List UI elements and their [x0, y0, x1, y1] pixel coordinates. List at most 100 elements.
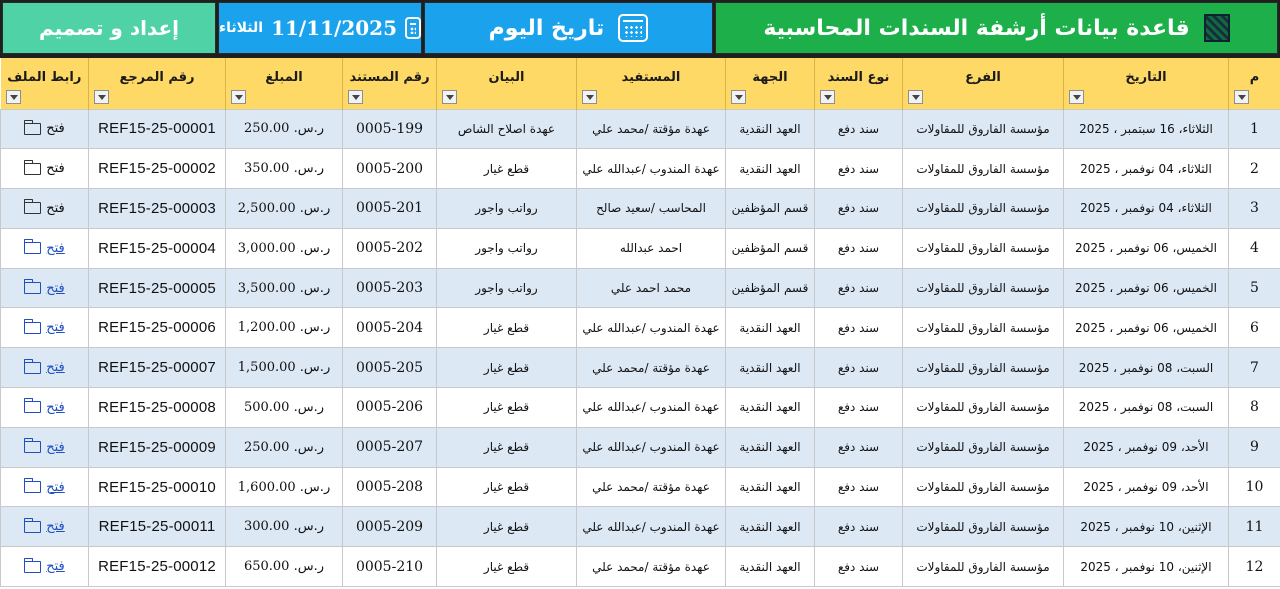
date-cell[interactable]: الثلاثاء، 16 سبتمبر ، 2025: [1063, 108, 1229, 150]
amount-cell[interactable]: ر.س. 1,200.00: [225, 307, 343, 349]
document-number-cell[interactable]: 0005-205: [342, 347, 437, 389]
column-header[interactable]: الفرع: [902, 58, 1064, 109]
table-row[interactable]: 4 الخميس، 06 نوفمبر ، 2025 مؤسسة الفاروق ل…: [0, 227, 1280, 269]
column-header[interactable]: رقم المرجع: [88, 58, 226, 109]
side-cell[interactable]: قسم المؤظفين: [725, 188, 815, 229]
open-file-link[interactable]: فتح: [24, 279, 65, 296]
reference-number-cell[interactable]: REF15-25-00008: [88, 387, 226, 428]
voucher-type-cell[interactable]: سند دفع: [814, 227, 903, 269]
date-cell[interactable]: الثلاثاء، 04 نوفمبر ، 2025: [1063, 148, 1229, 190]
reference-number-cell[interactable]: REF15-25-00006: [88, 307, 226, 349]
side-cell[interactable]: العهد النقدية: [725, 387, 815, 428]
filter-dropdown-icon[interactable]: [582, 89, 597, 104]
statement-cell[interactable]: رواتب واجور: [436, 267, 577, 309]
table-row[interactable]: 8 السبت، 08 نوفمبر ، 2025 مؤسسة الفاروق لل…: [0, 387, 1280, 428]
document-number-cell[interactable]: 0005-200: [342, 148, 437, 190]
voucher-type-cell[interactable]: سند دفع: [814, 188, 903, 229]
row-number-cell[interactable]: 7: [1228, 347, 1280, 389]
amount-cell[interactable]: ر.س. 250.00: [225, 108, 343, 150]
column-header[interactable]: رقم المستند: [342, 58, 437, 109]
branch-cell[interactable]: مؤسسة الفاروق للمقاولات: [902, 148, 1064, 190]
row-number-cell[interactable]: 3: [1228, 188, 1280, 229]
statement-cell[interactable]: قطع غيار: [436, 426, 577, 468]
date-cell[interactable]: الخميس، 06 نوفمبر ، 2025: [1063, 227, 1229, 269]
filter-dropdown-icon[interactable]: [94, 89, 109, 104]
table-row[interactable]: 3 الثلاثاء، 04 نوفمبر ، 2025 مؤسسة الفاروق…: [0, 188, 1280, 229]
date-cell[interactable]: الخميس، 06 نوفمبر ، 2025: [1063, 267, 1229, 309]
voucher-type-cell[interactable]: سند دفع: [814, 148, 903, 190]
column-header[interactable]: رابط الملف: [0, 58, 89, 109]
open-file-link[interactable]: فتح: [24, 438, 65, 455]
row-number-cell[interactable]: 4: [1228, 227, 1280, 269]
document-number-cell[interactable]: 0005-203: [342, 267, 437, 309]
side-cell[interactable]: العهد النقدية: [725, 506, 815, 548]
amount-cell[interactable]: ر.س. 3,000.00: [225, 227, 343, 269]
amount-cell[interactable]: ر.س. 500.00: [225, 387, 343, 428]
branch-cell[interactable]: مؤسسة الفاروق للمقاولات: [902, 426, 1064, 468]
document-number-cell[interactable]: 0005-201: [342, 188, 437, 229]
statement-cell[interactable]: قطع غيار: [436, 466, 577, 508]
filter-dropdown-icon[interactable]: [731, 89, 746, 104]
statement-cell[interactable]: عهدة اصلاح الشاص: [436, 108, 577, 150]
date-cell[interactable]: الإثنين، 10 نوفمبر ، 2025: [1063, 546, 1229, 588]
filter-dropdown-icon[interactable]: [1234, 89, 1249, 104]
column-header[interactable]: التاريخ: [1063, 58, 1229, 109]
reference-number-cell[interactable]: REF15-25-00009: [88, 426, 226, 468]
side-cell[interactable]: قسم المؤظفين: [725, 267, 815, 309]
beneficiary-cell[interactable]: عهدة مؤقتة /محمد علي: [576, 466, 726, 508]
row-number-cell[interactable]: 12: [1228, 546, 1280, 588]
column-header[interactable]: البيان: [436, 58, 577, 109]
branch-cell[interactable]: مؤسسة الفاروق للمقاولات: [902, 267, 1064, 309]
document-number-cell[interactable]: 0005-207: [342, 426, 437, 468]
filter-dropdown-icon[interactable]: [348, 89, 363, 104]
side-cell[interactable]: العهد النقدية: [725, 108, 815, 150]
date-cell[interactable]: السبت، 08 نوفمبر ، 2025: [1063, 387, 1229, 428]
side-cell[interactable]: العهد النقدية: [725, 307, 815, 349]
statement-cell[interactable]: قطع غيار: [436, 347, 577, 389]
amount-cell[interactable]: ر.س. 1,600.00: [225, 466, 343, 508]
table-row[interactable]: 6 الخميس، 06 نوفمبر ، 2025 مؤسسة الفاروق ل…: [0, 307, 1280, 349]
open-file-link[interactable]: فتح: [24, 318, 65, 335]
voucher-type-cell[interactable]: سند دفع: [814, 546, 903, 588]
branch-cell[interactable]: مؤسسة الفاروق للمقاولات: [902, 466, 1064, 508]
open-file-link[interactable]: فتح: [24, 517, 65, 534]
beneficiary-cell[interactable]: عهدة المندوب /عبدالله علي: [576, 506, 726, 548]
statement-cell[interactable]: قطع غيار: [436, 148, 577, 190]
beneficiary-cell[interactable]: محمد احمد علي: [576, 267, 726, 309]
row-number-cell[interactable]: 6: [1228, 307, 1280, 349]
reference-number-cell[interactable]: REF15-25-00011: [88, 506, 226, 548]
voucher-type-cell[interactable]: سند دفع: [814, 466, 903, 508]
voucher-type-cell[interactable]: سند دفع: [814, 347, 903, 389]
reference-number-cell[interactable]: REF15-25-00003: [88, 188, 226, 229]
open-file-link[interactable]: فتح: [24, 557, 65, 574]
amount-cell[interactable]: ر.س. 2,500.00: [225, 188, 343, 229]
reference-number-cell[interactable]: REF15-25-00001: [88, 108, 226, 150]
beneficiary-cell[interactable]: عهدة المندوب /عبدالله علي: [576, 148, 726, 190]
branch-cell[interactable]: مؤسسة الفاروق للمقاولات: [902, 108, 1064, 150]
branch-cell[interactable]: مؤسسة الفاروق للمقاولات: [902, 387, 1064, 428]
date-cell[interactable]: الإثنين، 10 نوفمبر ، 2025: [1063, 506, 1229, 548]
statement-cell[interactable]: رواتب واجور: [436, 227, 577, 269]
open-file-link[interactable]: فتح: [24, 119, 65, 136]
row-number-cell[interactable]: 2: [1228, 148, 1280, 190]
voucher-type-cell[interactable]: سند دفع: [814, 506, 903, 548]
date-cell[interactable]: السبت، 08 نوفمبر ، 2025: [1063, 347, 1229, 389]
document-number-cell[interactable]: 0005-208: [342, 466, 437, 508]
table-row[interactable]: 5 الخميس، 06 نوفمبر ، 2025 مؤسسة الفاروق ل…: [0, 267, 1280, 309]
table-row[interactable]: 7 السبت، 08 نوفمبر ، 2025 مؤسسة الفاروق لل…: [0, 347, 1280, 389]
statement-cell[interactable]: قطع غيار: [436, 546, 577, 588]
document-number-cell[interactable]: 0005-209: [342, 506, 437, 548]
document-number-cell[interactable]: 0005-210: [342, 546, 437, 588]
side-cell[interactable]: العهد النقدية: [725, 148, 815, 190]
row-number-cell[interactable]: 5: [1228, 267, 1280, 309]
amount-cell[interactable]: ر.س. 350.00: [225, 148, 343, 190]
table-row[interactable]: 9 الأحد، 09 نوفمبر ، 2025 مؤسسة الفاروق لل…: [0, 426, 1280, 468]
voucher-type-cell[interactable]: سند دفع: [814, 267, 903, 309]
voucher-type-cell[interactable]: سند دفع: [814, 387, 903, 428]
side-cell[interactable]: العهد النقدية: [725, 466, 815, 508]
column-header[interactable]: المستفيد: [576, 58, 726, 109]
table-row[interactable]: 10 الأحد، 09 نوفمبر ، 2025 مؤسسة الفاروق ل…: [0, 466, 1280, 508]
reference-number-cell[interactable]: REF15-25-00004: [88, 227, 226, 269]
column-header[interactable]: نوع السند: [814, 58, 903, 109]
reference-number-cell[interactable]: REF15-25-00012: [88, 546, 226, 588]
